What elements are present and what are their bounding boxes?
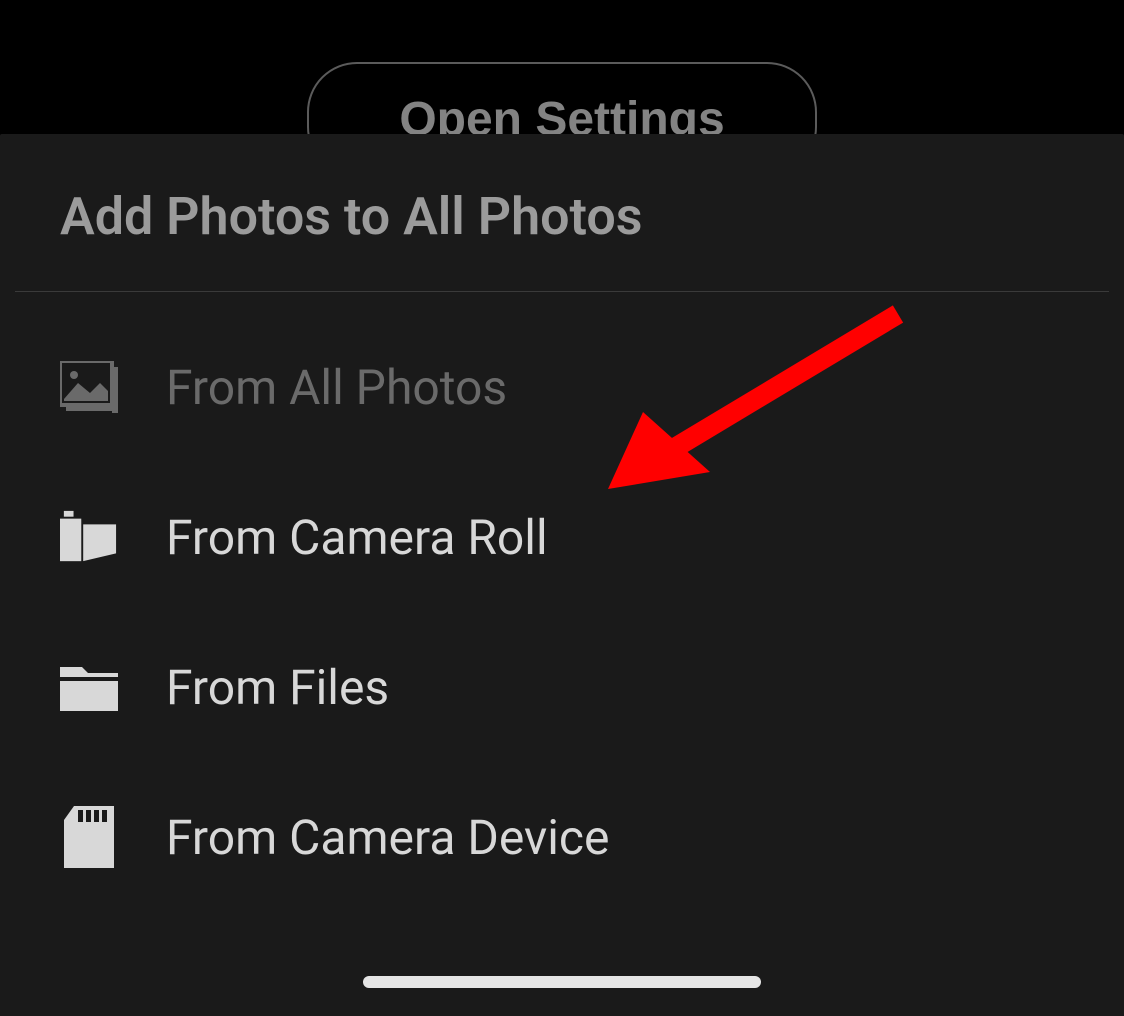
option-from-camera-device[interactable]: From Camera Device — [60, 762, 1064, 912]
option-from-files[interactable]: From Files — [60, 612, 1064, 762]
folder-icon — [60, 658, 118, 716]
background-layer: Open Settings — [0, 0, 1124, 134]
sd-card-icon — [60, 808, 118, 866]
add-photos-modal: Add Photos to All Photos From All Photos — [0, 134, 1124, 1016]
option-from-camera-roll[interactable]: From Camera Roll — [60, 462, 1064, 612]
home-indicator[interactable] — [363, 976, 761, 988]
option-from-all-photos: From All Photos — [60, 312, 1064, 462]
camera-roll-icon — [60, 508, 118, 566]
option-label: From Camera Roll — [166, 509, 548, 566]
modal-title: Add Photos to All Photos — [0, 134, 1124, 291]
options-list: From All Photos From Camera Roll From Fi… — [0, 292, 1124, 912]
photos-icon — [60, 358, 118, 416]
option-label: From Files — [166, 659, 389, 716]
option-label: From Camera Device — [166, 809, 609, 866]
option-label: From All Photos — [166, 359, 507, 416]
